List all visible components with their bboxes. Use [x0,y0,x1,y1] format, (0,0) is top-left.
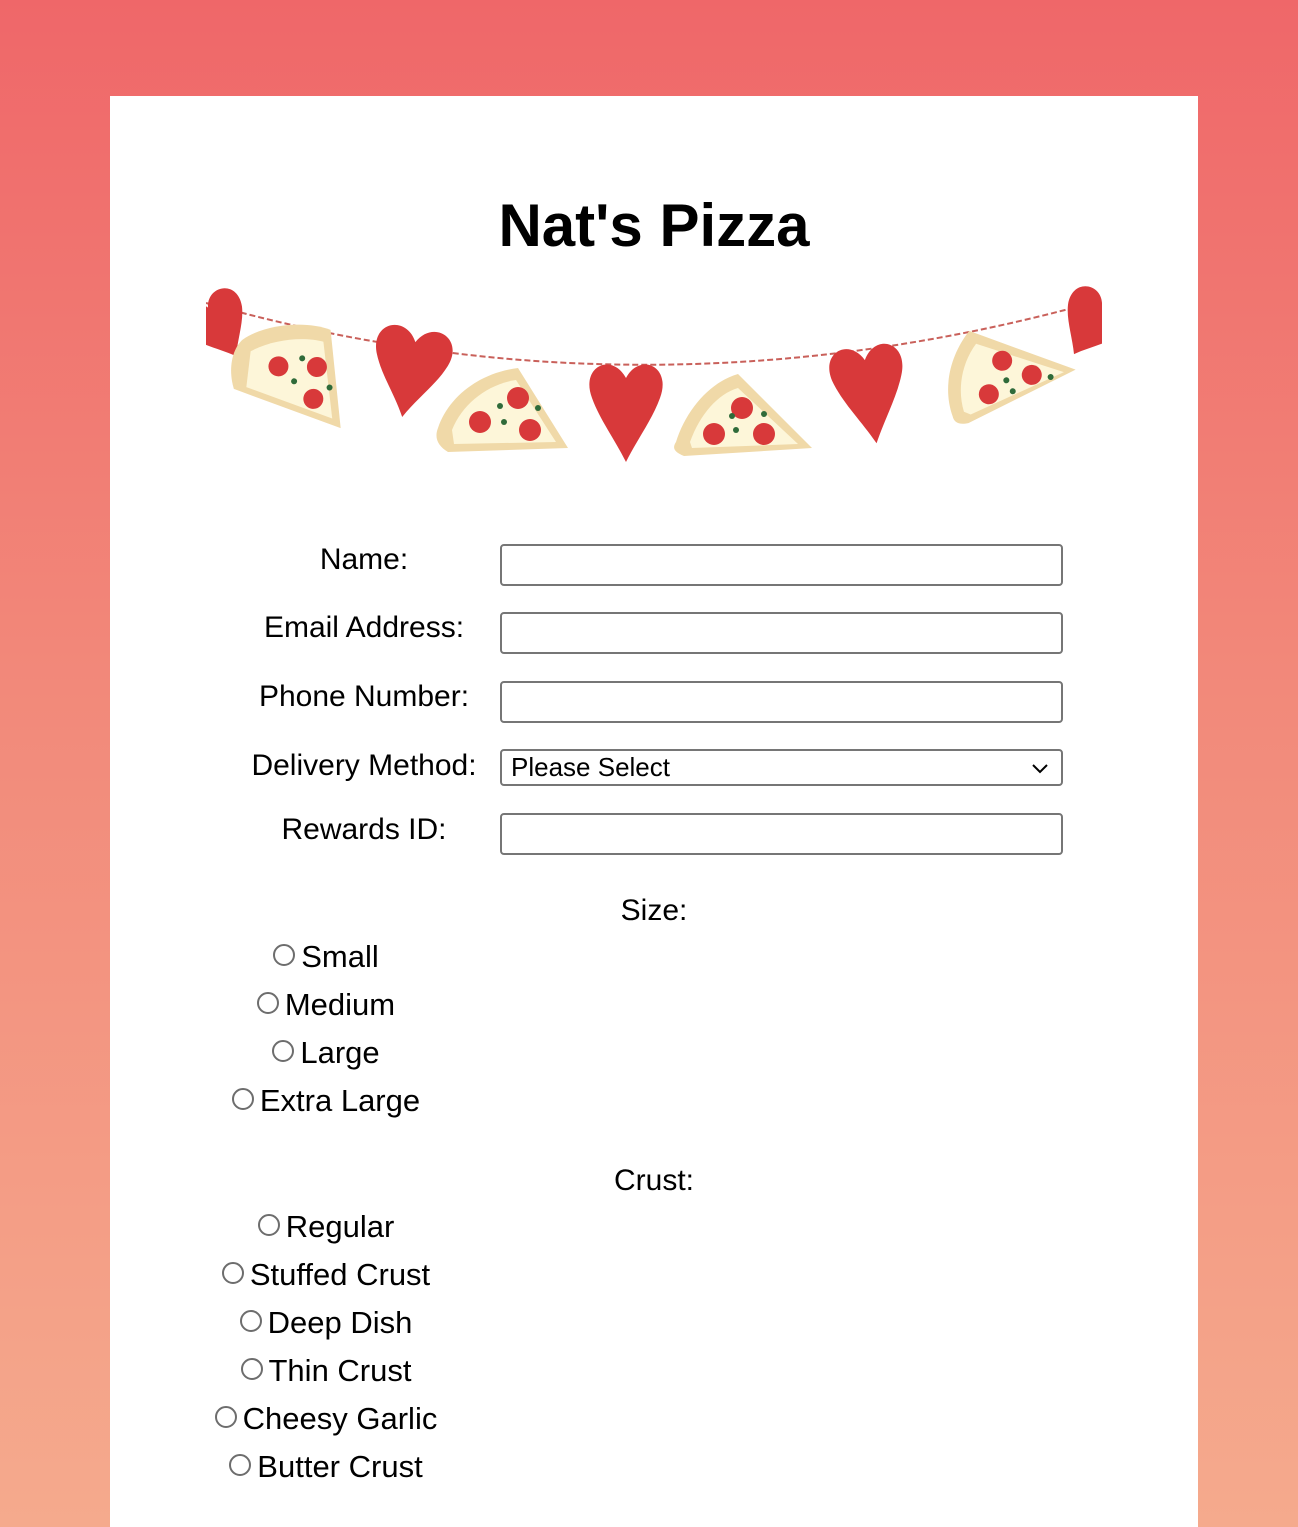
rewards-row: Rewards ID: [110,813,1198,855]
page-title: Nat's Pizza [498,192,810,259]
heart-icon [829,343,903,444]
delivery-selected-value: Please Select [511,752,670,782]
size-option-medium[interactable]: Medium [110,983,542,1027]
radio-button[interactable] [256,992,279,1014]
email-row: Email Address: [110,611,1198,654]
delivery-method-select[interactable]: Please Select [500,749,1063,786]
phone-label: Phone Number: [258,680,470,713]
heart-icon [589,364,663,462]
rewards-id-input[interactable] [500,813,1063,855]
radio-button[interactable] [273,944,296,966]
heart-icon [1067,286,1102,355]
radio-button[interactable] [272,1040,295,1062]
radio-button[interactable] [221,1262,244,1284]
size-label: Size: [620,894,688,927]
radio-button[interactable] [229,1454,252,1476]
size-option-extra-large[interactable]: Extra Large [110,1079,542,1123]
pizza-slice-icon [674,374,812,456]
chevron-down-icon [1032,764,1048,774]
phone-input[interactable] [500,681,1063,723]
radio-button[interactable] [214,1406,237,1428]
crust-label: Crust: [613,1164,694,1197]
crust-option-stuffed-crust[interactable]: Stuffed Crust [110,1253,542,1297]
pizza-slice-icon [436,368,568,452]
rewards-label: Rewards ID: [281,813,447,846]
radio-button[interactable] [239,1310,262,1332]
pizza-garland-banner [206,286,1102,462]
order-form-card: Nat's Pizza Name: Email Address: Phone N… [110,96,1198,1527]
crust-option-cheesy-garlic[interactable]: Cheesy Garlic [110,1397,542,1441]
pizza-slice-icon [231,324,341,429]
crust-option-butter-crust[interactable]: Butter Crust [110,1445,542,1489]
delivery-row: Delivery Method: Please Select [110,749,1198,791]
crust-option-regular[interactable]: Regular [110,1205,542,1249]
email-label: Email Address: [263,611,465,644]
name-label: Name: [319,543,409,576]
heart-icon [376,324,453,417]
radio-button[interactable] [240,1358,263,1380]
pizza-slice-icon [948,330,1076,424]
crust-option-deep-dish[interactable]: Deep Dish [110,1301,542,1345]
size-option-small[interactable]: Small [110,935,542,979]
size-option-large[interactable]: Large [110,1031,542,1075]
name-row: Name: [110,543,1198,586]
radio-button[interactable] [257,1214,280,1236]
delivery-label: Delivery Method: [251,749,477,782]
crust-option-thin-crust[interactable]: Thin Crust [110,1349,542,1393]
phone-row: Phone Number: [110,680,1198,723]
email-input[interactable] [500,612,1063,654]
name-input[interactable] [500,544,1063,586]
radio-button[interactable] [231,1088,254,1110]
